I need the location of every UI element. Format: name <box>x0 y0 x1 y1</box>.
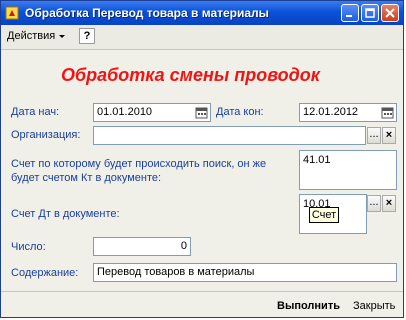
processing-window: Обработка Перевод товара в материалы Дей… <box>0 0 404 318</box>
footer-divider <box>1 291 403 292</box>
search-account-field[interactable]: 41.01 <box>299 150 397 190</box>
date-end-value: 12.01.2012 <box>303 106 359 118</box>
app-1c-icon <box>5 6 19 20</box>
title-bar[interactable]: Обработка Перевод товара в материалы <box>1 1 403 25</box>
organization-label: Организация: <box>11 129 81 141</box>
maximize-icon <box>365 8 375 18</box>
date-end-label: Дата кон: <box>216 106 264 118</box>
form-heading: Обработка смены проводок <box>61 65 320 85</box>
number-field[interactable]: 0 <box>93 237 191 256</box>
date-start-field[interactable]: 01.01.2010 <box>93 103 211 122</box>
content-field[interactable]: Перевод товаров в материалы <box>93 263 397 282</box>
debit-account-clear-button[interactable]: × <box>382 195 396 212</box>
command-bar: Действия ? <box>1 25 403 50</box>
number-label: Число: <box>11 241 46 253</box>
date-start-label: Дата нач: <box>11 106 60 118</box>
actions-menu[interactable]: Действия <box>7 30 66 42</box>
search-account-value: 41.01 <box>303 154 331 166</box>
window-title: Обработка Перевод товара в материалы <box>25 6 269 20</box>
organization-field[interactable] <box>93 126 366 145</box>
organization-clear-button[interactable]: × <box>382 127 396 144</box>
calendar-icon[interactable] <box>194 105 209 120</box>
help-button[interactable]: ? <box>79 28 95 44</box>
calendar-icon[interactable] <box>380 105 395 120</box>
actions-menu-label: Действия <box>7 30 56 42</box>
execute-button[interactable]: Выполнить <box>277 300 340 312</box>
debit-account-select-button[interactable]: ... <box>367 195 381 212</box>
minimize-button[interactable] <box>341 4 359 22</box>
chevron-down-icon <box>59 34 66 38</box>
close-window-button[interactable] <box>381 4 399 22</box>
close-icon <box>385 8 395 18</box>
organization-select-button[interactable]: ... <box>367 127 381 144</box>
content-value: Перевод товаров в материалы <box>97 266 255 278</box>
date-end-field[interactable]: 12.01.2012 <box>299 103 397 122</box>
number-value: 0 <box>180 240 187 252</box>
debit-account-tooltip: Счет <box>309 207 339 223</box>
close-button[interactable]: Закрыть <box>353 300 395 312</box>
content-label: Содержание: <box>11 267 79 279</box>
debit-account-label: Счет Дт в документе: <box>11 208 120 220</box>
search-account-label: Счет по которому будет происходить поиск… <box>11 158 267 184</box>
date-start-value: 01.01.2010 <box>97 106 153 118</box>
minimize-icon <box>346 15 352 17</box>
maximize-button[interactable] <box>361 4 379 22</box>
